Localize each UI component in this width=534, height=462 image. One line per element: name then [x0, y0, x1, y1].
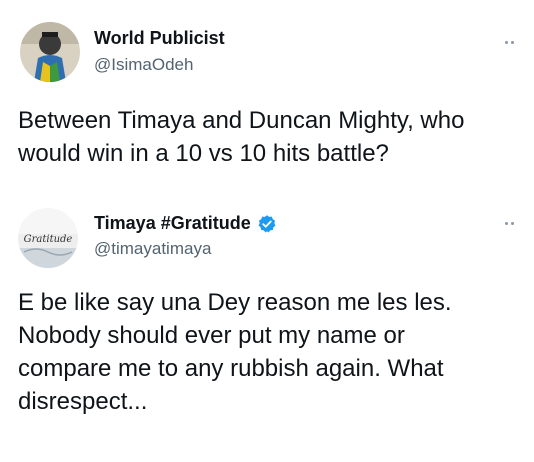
more-dots-icon[interactable]: [498, 37, 520, 47]
name-row: World Publicist: [94, 28, 225, 49]
tweet-text: E be like say una Dey reason me les les.…: [18, 289, 452, 415]
verified-badge-icon: [257, 214, 277, 234]
tweet-1[interactable]: World Publicist @IsimaOdeh Between Timay…: [0, 0, 534, 190]
name-row: Timaya #Gratitude: [94, 213, 277, 234]
display-name[interactable]: World Publicist: [94, 28, 225, 49]
avatar-world-publicist[interactable]: [20, 22, 80, 82]
avatar-illustration-icon: [20, 22, 80, 82]
user-handle[interactable]: @IsimaOdeh: [94, 55, 193, 75]
avatar-timaya[interactable]: Gratitude: [18, 208, 78, 268]
more-dots-icon[interactable]: [498, 218, 520, 228]
tweet-2[interactable]: Gratitude Timaya #Gratitude @timayatimay…: [0, 190, 534, 462]
user-handle[interactable]: @timayatimaya: [94, 239, 211, 259]
avatar-gratitude-logo-icon: Gratitude: [18, 208, 78, 268]
display-name[interactable]: Timaya #Gratitude: [94, 213, 251, 234]
tweet-text: Between Timaya and Duncan Mighty, who wo…: [18, 107, 465, 167]
svg-text:Gratitude: Gratitude: [24, 234, 73, 245]
